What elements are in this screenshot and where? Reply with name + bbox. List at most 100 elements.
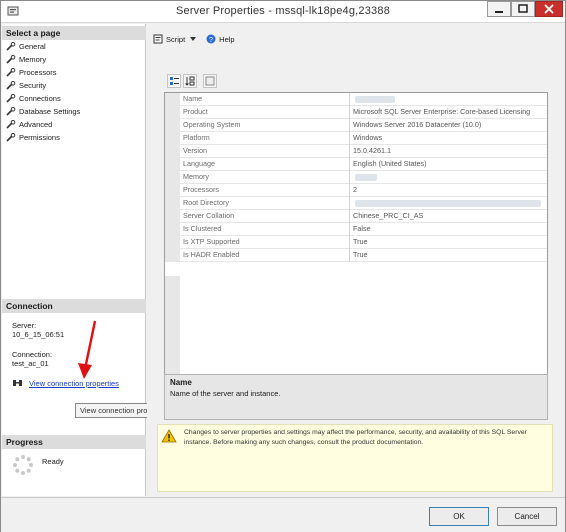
category-gutter <box>165 223 180 236</box>
property-value: 15.0.4261.1 <box>353 146 391 155</box>
warning-text: Changes to server properties and setting… <box>184 429 527 446</box>
category-gutter <box>165 158 180 171</box>
property-row-root-directory[interactable]: Root Directory <box>165 197 547 210</box>
page-item-label: Connections <box>19 94 61 103</box>
page-item-connections[interactable]: Connections <box>6 92 144 105</box>
script-button[interactable]: Script <box>153 34 200 44</box>
page-item-label: Database Settings <box>19 107 81 116</box>
description-title: Name <box>170 378 192 387</box>
server-value: 10_6_15_06:51 <box>12 330 65 339</box>
property-grid: Name Product Microsoft SQL Server Enterp… <box>164 92 548 394</box>
property-key: Processors <box>183 185 219 194</box>
alphabetical-sort-icon <box>185 76 195 86</box>
wrench-icon <box>6 42 16 51</box>
page-item-label: Memory <box>19 55 47 64</box>
page-item-label: Advanced <box>19 120 53 129</box>
progress-status: Ready <box>42 457 64 466</box>
grid-separator <box>349 171 350 184</box>
grid-separator <box>349 197 350 210</box>
page-item-permissions[interactable]: Permissions <box>6 131 144 144</box>
property-value: Windows <box>353 133 383 142</box>
wrench-icon <box>6 94 16 103</box>
property-row-product[interactable]: Product Microsoft SQL Server Enterprise:… <box>165 106 547 119</box>
page-item-advanced[interactable]: Advanced <box>6 118 144 131</box>
page-item-label: Security <box>19 81 47 90</box>
page-item-database-settings[interactable]: Database Settings <box>6 105 144 118</box>
property-row-operating-system[interactable]: Operating System Windows Server 2016 Dat… <box>165 119 547 132</box>
ok-button[interactable]: OK <box>429 507 489 526</box>
property-row-memory[interactable]: Memory <box>165 171 547 184</box>
property-key: Product <box>183 107 208 116</box>
property-row-is-clustered[interactable]: Is Clustered False <box>165 223 547 236</box>
wrench-icon <box>6 133 16 142</box>
page-item-processors[interactable]: Processors <box>6 66 144 79</box>
server-properties-window: Server Properties - mssql-lk18pe4g,23388… <box>0 0 566 532</box>
toolbar: Script ? Help <box>147 24 565 54</box>
grid-separator <box>349 249 350 262</box>
page-item-label: General <box>19 42 46 51</box>
property-row-name[interactable]: Name <box>165 93 547 106</box>
property-key: Is HADR Enabled <box>183 250 240 259</box>
close-button[interactable] <box>535 1 563 17</box>
help-label: Help <box>219 34 235 44</box>
category-gutter <box>165 171 180 184</box>
property-key: Language <box>183 159 215 168</box>
help-button[interactable]: ? Help <box>206 34 235 44</box>
property-value: True <box>353 250 368 259</box>
grid-separator <box>349 184 350 197</box>
redacted-value <box>355 96 395 103</box>
cancel-button[interactable]: Cancel <box>497 507 557 526</box>
categorized-sort-button[interactable] <box>167 74 181 88</box>
window-title: Server Properties - mssql-lk18pe4g,23388 <box>175 5 391 17</box>
right-panel: Script ? Help Name Product Microsoft SQL… <box>147 24 565 496</box>
grid-separator <box>349 236 350 249</box>
property-pages-button[interactable] <box>203 74 217 88</box>
progress-header: Progress <box>2 435 146 449</box>
category-gutter <box>165 106 180 119</box>
property-row-language[interactable]: Language English (United States) <box>165 158 547 171</box>
minimize-icon <box>495 11 503 13</box>
property-row-version[interactable]: Version 15.0.4261.1 <box>165 145 547 158</box>
wrench-icon <box>6 81 16 90</box>
minimize-button[interactable] <box>487 1 511 17</box>
wrench-icon <box>6 68 16 77</box>
maximize-button[interactable] <box>511 1 535 17</box>
page-list: General Memory Processors Security Conne… <box>6 40 144 144</box>
property-value: False <box>353 224 371 233</box>
property-key: Platform <box>183 133 210 142</box>
property-value: 2 <box>353 185 357 194</box>
connection-properties-icon <box>13 380 22 386</box>
property-key: Operating System <box>183 120 241 129</box>
script-icon <box>153 34 163 44</box>
category-gutter <box>165 145 180 158</box>
select-page-header: Select a page <box>2 26 146 40</box>
grid-separator <box>349 210 350 223</box>
connection-label: Connection: <box>12 350 53 359</box>
property-row-processors[interactable]: Processors 2 <box>165 184 547 197</box>
property-row-platform[interactable]: Platform Windows <box>165 132 547 145</box>
property-key: Root Directory <box>183 198 229 207</box>
property-pages-icon <box>205 76 215 86</box>
server-label: Server: <box>12 321 37 330</box>
description-text: Name of the server and instance. <box>170 389 281 398</box>
redacted-value <box>355 174 377 181</box>
grid-separator <box>349 145 350 158</box>
property-description-panel: Name Name of the server and instance. <box>164 374 548 420</box>
alphabetical-sort-button[interactable] <box>183 74 197 88</box>
property-row-is-xtp-supported[interactable]: Is XTP Supported True <box>165 236 547 249</box>
page-item-security[interactable]: Security <box>6 79 144 92</box>
grid-separator <box>349 106 350 119</box>
maximize-icon <box>518 4 528 13</box>
wrench-icon <box>6 55 16 64</box>
page-item-memory[interactable]: Memory <box>6 53 144 66</box>
property-row-is-hadr-enabled[interactable]: Is HADR Enabled True <box>165 249 547 262</box>
category-gutter <box>165 197 180 210</box>
property-row-server-collation[interactable]: Server Collation Chinese_PRC_CI_AS <box>165 210 547 223</box>
grid-separator <box>349 223 350 236</box>
page-item-general[interactable]: General <box>6 40 144 53</box>
page-item-label: Permissions <box>19 133 60 142</box>
redacted-value <box>355 200 541 207</box>
property-key: Name <box>183 94 203 103</box>
warning-icon <box>161 429 177 443</box>
property-key: Version <box>183 146 207 155</box>
